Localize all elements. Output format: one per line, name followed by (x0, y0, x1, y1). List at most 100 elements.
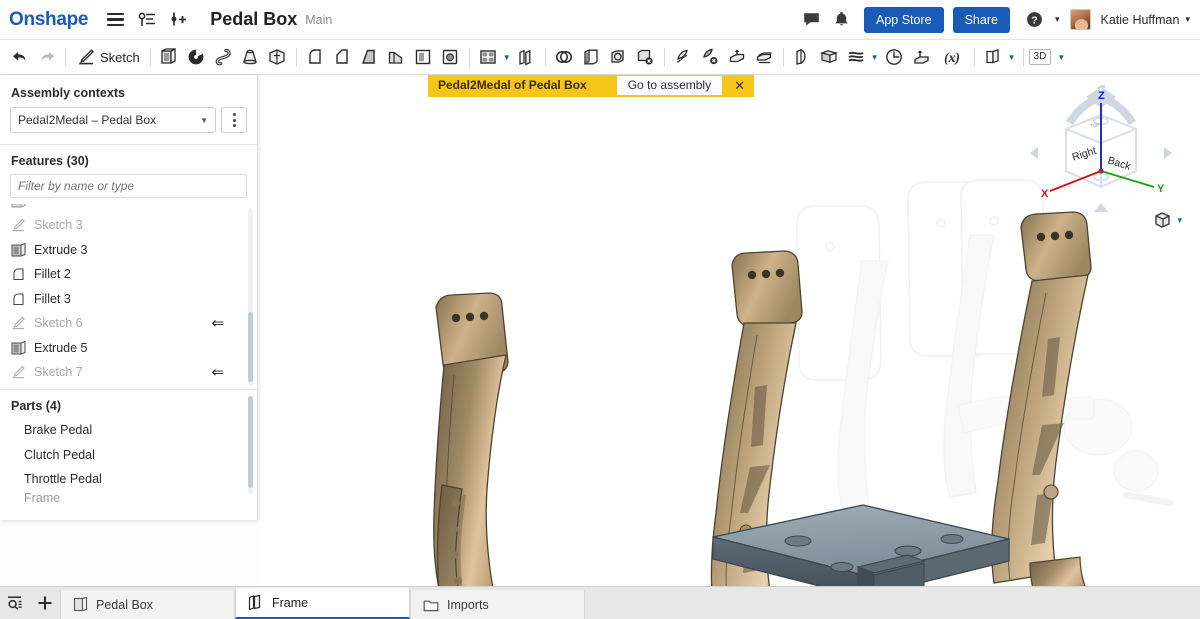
hamburger-icon[interactable] (102, 7, 128, 33)
feature-row[interactable]: Sketch 7 ⇐ (0, 360, 257, 385)
delete-part-icon[interactable] (632, 44, 659, 71)
svg-text:?: ? (1032, 14, 1038, 26)
extrude-icon[interactable] (156, 44, 183, 71)
feature-row[interactable]: Extrude 5 (0, 336, 257, 361)
parts-scrollbar-thumb[interactable] (248, 396, 253, 488)
import-icon[interactable] (908, 44, 935, 71)
curves-chevron-down-icon[interactable]: ▼ (871, 53, 879, 62)
move-face-icon[interactable] (670, 44, 697, 71)
app-store-button[interactable]: App Store (864, 6, 944, 33)
feature-tree[interactable]: Sketch 3 Extrude 3 Fillet 2 Fillet 3 Ske… (0, 204, 257, 389)
tab-label: Imports (447, 597, 489, 612)
boolean-icon[interactable] (551, 44, 578, 71)
kebab-menu-icon[interactable] (221, 107, 247, 133)
feature-row[interactable]: Extrude 3 (0, 238, 257, 263)
part-row[interactable]: Frame (0, 492, 257, 504)
replace-face-icon[interactable] (724, 44, 751, 71)
user-chevron-down-icon[interactable]: ▾ (1185, 14, 1190, 25)
onshape-logo[interactable]: Onshape (9, 9, 89, 31)
document-title[interactable]: Pedal Box (210, 9, 297, 30)
share-button[interactable]: Share (952, 6, 1010, 33)
fillet-icon (10, 266, 27, 282)
thicken-icon[interactable] (264, 44, 291, 71)
parts-title: Parts (4) (11, 399, 62, 413)
axis-label-x: X (1041, 188, 1049, 200)
transform-icon[interactable] (605, 44, 632, 71)
add-tab-icon[interactable] (30, 586, 60, 619)
user-name-label[interactable]: Katie Huffman (1100, 13, 1179, 27)
bell-icon[interactable] (827, 6, 855, 34)
part-row[interactable]: Clutch Pedal (0, 443, 257, 468)
tab-imports[interactable]: Imports (410, 590, 585, 619)
workspace-label[interactable]: Main (305, 13, 332, 27)
rollback-arrow-icon[interactable]: ⇐ (211, 316, 224, 331)
arrow-right-icon (1164, 147, 1172, 159)
rib-icon[interactable] (383, 44, 410, 71)
sweep-icon[interactable] (210, 44, 237, 71)
curves-icon[interactable] (843, 44, 870, 71)
sketch-label: Sketch (100, 49, 140, 65)
hole-icon[interactable] (437, 44, 464, 71)
feature-row[interactable]: Fillet 2 (0, 262, 257, 287)
assembly-context-select[interactable]: Pedal2Medal – Pedal Box ▼ (10, 107, 216, 133)
delete-face-icon[interactable] (697, 44, 724, 71)
y-axis (1100, 170, 1155, 188)
feature-row[interactable]: Sketch 6 ⇐ (0, 311, 257, 336)
avatar[interactable] (1070, 9, 1092, 30)
model-viewport[interactable]: Pedal2Medal of Pedal Box Go to assembly … (258, 75, 1200, 586)
enclose-icon[interactable] (751, 44, 778, 71)
close-icon[interactable]: ✕ (734, 79, 745, 92)
insert-version-icon[interactable] (166, 7, 192, 33)
draft-icon[interactable] (356, 44, 383, 71)
tab-pedal-box[interactable]: Pedal Box (60, 590, 235, 619)
pattern-chevron-down-icon[interactable]: ▼ (503, 53, 511, 62)
redo-icon (33, 44, 60, 71)
shell-icon[interactable] (410, 44, 437, 71)
derived-icon[interactable] (789, 44, 816, 71)
version-graph-icon[interactable] (134, 7, 160, 33)
sheetmetal-chevron-down-icon[interactable]: ▼ (1008, 53, 1016, 62)
help-icon[interactable]: ? (1021, 6, 1049, 34)
feature-label: Sketch 6 (34, 316, 83, 331)
go-to-assembly-button[interactable]: Go to assembly (616, 75, 723, 95)
revolve-icon[interactable] (183, 44, 210, 71)
view-cube[interactable]: Z X Y Right Back Top (1026, 85, 1176, 225)
feature-panel: Assembly contexts Pedal2Medal – Pedal Bo… (0, 75, 258, 520)
tab-bar-filler (585, 590, 1200, 619)
fillet-icon[interactable] (302, 44, 329, 71)
comment-icon[interactable] (797, 6, 825, 34)
part-row[interactable]: Throttle Pedal (0, 467, 257, 492)
filter-input[interactable] (10, 174, 247, 198)
pattern-icon[interactable] (475, 44, 502, 71)
tab-bar: Pedal Box Frame Imports (0, 586, 1200, 619)
variable-icon[interactable]: (x) (935, 44, 969, 71)
x-axis (1049, 170, 1102, 192)
history-icon[interactable] (881, 44, 908, 71)
display-style-button[interactable]: ▾ (1152, 210, 1182, 230)
rollback-arrow-icon[interactable]: ⇐ (211, 365, 224, 380)
tab-frame[interactable]: Frame (235, 588, 410, 619)
feature-scrollbar-thumb[interactable] (248, 312, 253, 382)
undo-icon[interactable] (6, 44, 33, 71)
help-chevron-down-icon[interactable]: ▾ (1055, 14, 1060, 25)
sheet-metal-icon[interactable] (980, 44, 1007, 71)
plane-icon[interactable] (816, 44, 843, 71)
part-row[interactable]: Brake Pedal (0, 418, 257, 443)
loft-icon[interactable] (237, 44, 264, 71)
features-title: Features (30) (11, 154, 89, 168)
chamfer-icon[interactable] (329, 44, 356, 71)
mirror-icon[interactable] (513, 44, 540, 71)
search-tabs-icon[interactable] (0, 586, 30, 619)
view3d-chevron-down-icon[interactable]: ▼ (1057, 53, 1065, 62)
feature-row[interactable]: Fillet 3 (0, 287, 257, 312)
sketch-button[interactable]: Sketch (71, 48, 145, 66)
split-icon[interactable] (578, 44, 605, 71)
view-3d-button[interactable]: 3D (1028, 49, 1052, 65)
display-style-chevron-down-icon[interactable]: ▾ (1177, 215, 1182, 226)
assembly-contexts-title: Assembly contexts (11, 86, 125, 100)
feature-label: Fillet 3 (34, 291, 71, 306)
feature-label: Sketch 7 (34, 365, 83, 380)
extrude-icon (10, 242, 27, 258)
feature-row[interactable]: Sketch 3 (0, 213, 257, 238)
header-right-group: App Store Share ? ▾ Katie Huffman ▾ (797, 6, 1200, 34)
